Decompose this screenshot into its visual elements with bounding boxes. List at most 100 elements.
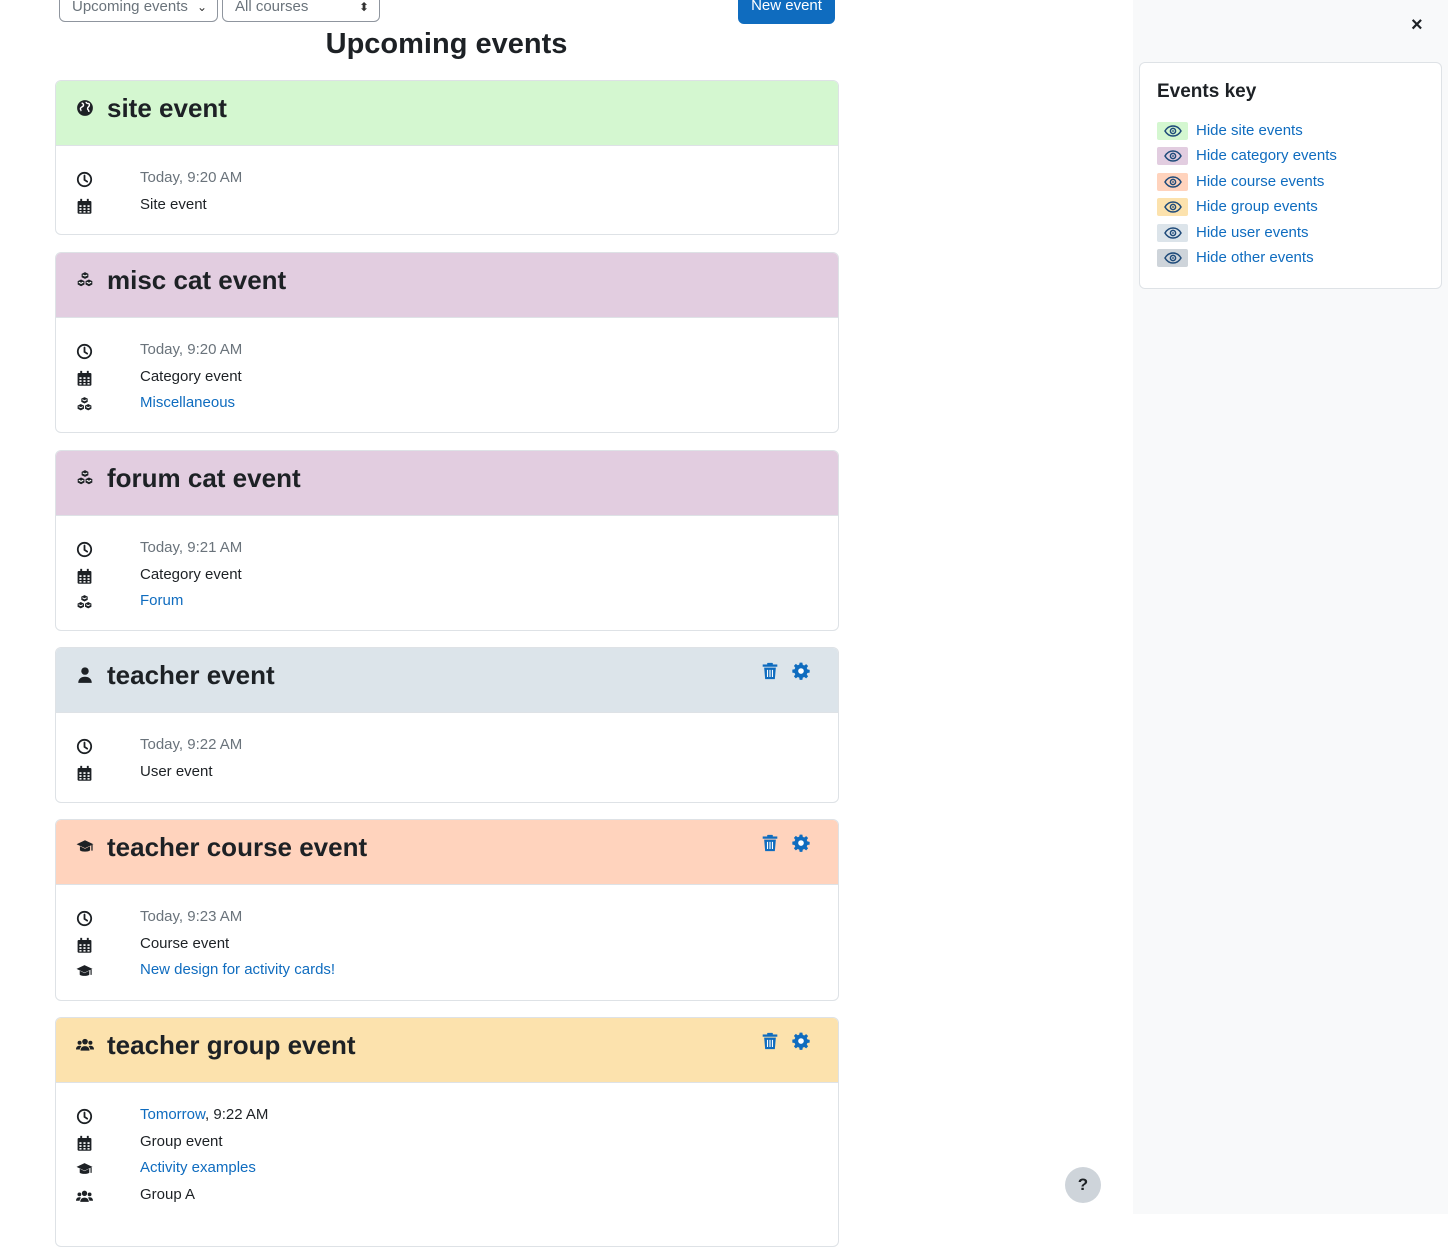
- event-card: teacher course event Today, 9:23 AM Cour…: [55, 819, 839, 1001]
- clock-icon: [76, 343, 93, 360]
- sort-arrows-icon: ⬍: [358, 0, 369, 14]
- event-header: misc cat event: [56, 253, 838, 318]
- event-card: forum cat event Today, 9:21 AM Category …: [55, 450, 839, 631]
- users-icon: [76, 1188, 93, 1205]
- key-item-label[interactable]: Hide category events: [1196, 147, 1337, 164]
- event-category-row: Miscellaneous: [56, 392, 838, 419]
- eye-icon: [1164, 200, 1182, 214]
- event-header: teacher event: [56, 648, 838, 713]
- calendar-icon: [76, 937, 93, 954]
- cubes-icon: [76, 396, 93, 413]
- users-icon: [76, 1036, 94, 1054]
- calendar-icon: [76, 568, 93, 585]
- event-type-row: Category event: [56, 564, 838, 591]
- cubes-icon: [76, 469, 94, 487]
- trash-icon[interactable]: [761, 834, 779, 852]
- event-type: Site event: [140, 195, 207, 213]
- event-time: Today, 9:23 AM: [140, 908, 243, 925]
- new-event-button[interactable]: New event: [738, 0, 835, 24]
- event-type: User event: [140, 762, 213, 780]
- category-color-swatch: [1157, 147, 1188, 165]
- close-icon[interactable]: ×: [1411, 14, 1423, 37]
- event-title[interactable]: misc cat event: [107, 265, 286, 296]
- eye-icon: [1164, 251, 1182, 265]
- calendar-icon: [76, 198, 93, 215]
- course-link[interactable]: Activity examples: [140, 1159, 256, 1176]
- user-color-swatch: [1157, 224, 1188, 242]
- event-card: misc cat event Today, 9:20 AM Category e…: [55, 252, 839, 433]
- event-time: Today, 9:22 AM: [140, 736, 243, 753]
- event-time-row: Today, 9:20 AM: [56, 167, 838, 194]
- events-key-title: Events key: [1157, 81, 1257, 102]
- page-title: Upcoming events: [325, 28, 568, 60]
- event-type: Group event: [140, 1132, 223, 1150]
- event-type: Category event: [140, 367, 242, 385]
- view-select-value: Upcoming events: [72, 0, 188, 15]
- other-color-swatch: [1157, 249, 1188, 267]
- event-time: Today, 9:21 AM: [140, 539, 243, 556]
- event-time-row: Today, 9:20 AM: [56, 339, 838, 366]
- event-title[interactable]: teacher course event: [107, 832, 367, 863]
- event-type: Category event: [140, 565, 242, 583]
- clock-icon: [76, 1108, 93, 1125]
- eye-icon: [1164, 175, 1182, 189]
- globe-icon: [76, 99, 94, 117]
- clock-icon: [76, 738, 93, 755]
- gear-icon[interactable]: [792, 1032, 810, 1050]
- category-link[interactable]: Miscellaneous: [140, 394, 235, 411]
- event-type-row: Course event: [56, 933, 838, 960]
- course-link[interactable]: New design for activity cards!: [140, 961, 335, 978]
- graduation-cap-icon: [76, 1161, 93, 1178]
- events-key-panel: Events key Hide site events Hide categor…: [1139, 62, 1442, 289]
- event-type-row: Group event: [56, 1131, 838, 1158]
- key-item-label[interactable]: Hide other events: [1196, 249, 1314, 266]
- calendar-icon: [76, 1135, 93, 1152]
- event-header: teacher group event: [56, 1018, 838, 1083]
- cubes-icon: [76, 271, 94, 289]
- user-icon: [76, 666, 94, 684]
- event-group: Group A: [140, 1185, 196, 1203]
- event-time: Today, 9:20 AM: [140, 169, 243, 186]
- event-title[interactable]: teacher event: [107, 660, 275, 691]
- key-item-label[interactable]: Hide user events: [1196, 224, 1309, 241]
- event-title[interactable]: site event: [107, 93, 227, 124]
- event-header: teacher course event: [56, 820, 838, 885]
- clock-icon: [76, 910, 93, 927]
- key-item-label[interactable]: Hide course events: [1196, 173, 1324, 190]
- event-time: Today, 9:20 AM: [140, 341, 243, 358]
- day-link[interactable]: Tomorrow: [140, 1106, 205, 1123]
- trash-icon[interactable]: [761, 662, 779, 680]
- gear-icon[interactable]: [792, 662, 810, 680]
- calendar-icon: [76, 370, 93, 387]
- eye-icon: [1164, 226, 1182, 240]
- event-header: forum cat event: [56, 451, 838, 516]
- category-link[interactable]: Forum: [140, 592, 183, 609]
- key-item-label[interactable]: Hide group events: [1196, 198, 1318, 215]
- event-card: teacher group event Tomorrow, 9:22 AM Gr…: [55, 1017, 839, 1247]
- event-time-row: Today, 9:21 AM: [56, 537, 838, 564]
- event-type-row: Category event: [56, 366, 838, 393]
- event-card: teacher event Today, 9:22 AM User event: [55, 647, 839, 803]
- event-category-row: Forum: [56, 590, 838, 617]
- course-select-value: All courses: [235, 0, 309, 15]
- course-color-swatch: [1157, 173, 1188, 191]
- event-course-row: New design for activity cards!: [56, 959, 838, 986]
- event-time-rest: , 9:22 AM: [205, 1106, 269, 1123]
- view-select[interactable]: Upcoming events ⌄: [59, 0, 218, 22]
- group-color-swatch: [1157, 198, 1188, 216]
- clock-icon: [76, 171, 93, 188]
- event-time-row: Today, 9:23 AM: [56, 906, 838, 933]
- help-button[interactable]: ?: [1065, 1167, 1101, 1203]
- event-card: site event Today, 9:20 AM Site event: [55, 80, 839, 235]
- event-title[interactable]: teacher group event: [107, 1030, 356, 1061]
- event-header: site event: [56, 81, 838, 146]
- course-select[interactable]: All courses ⬍: [222, 0, 380, 22]
- event-title[interactable]: forum cat event: [107, 463, 301, 494]
- gear-icon[interactable]: [792, 834, 810, 852]
- cubes-icon: [76, 594, 93, 611]
- graduation-cap-icon: [76, 838, 94, 856]
- trash-icon[interactable]: [761, 1032, 779, 1050]
- event-time-row: Today, 9:22 AM: [56, 734, 838, 761]
- event-group-row: Group A: [56, 1184, 838, 1211]
- key-item-label[interactable]: Hide site events: [1196, 122, 1303, 139]
